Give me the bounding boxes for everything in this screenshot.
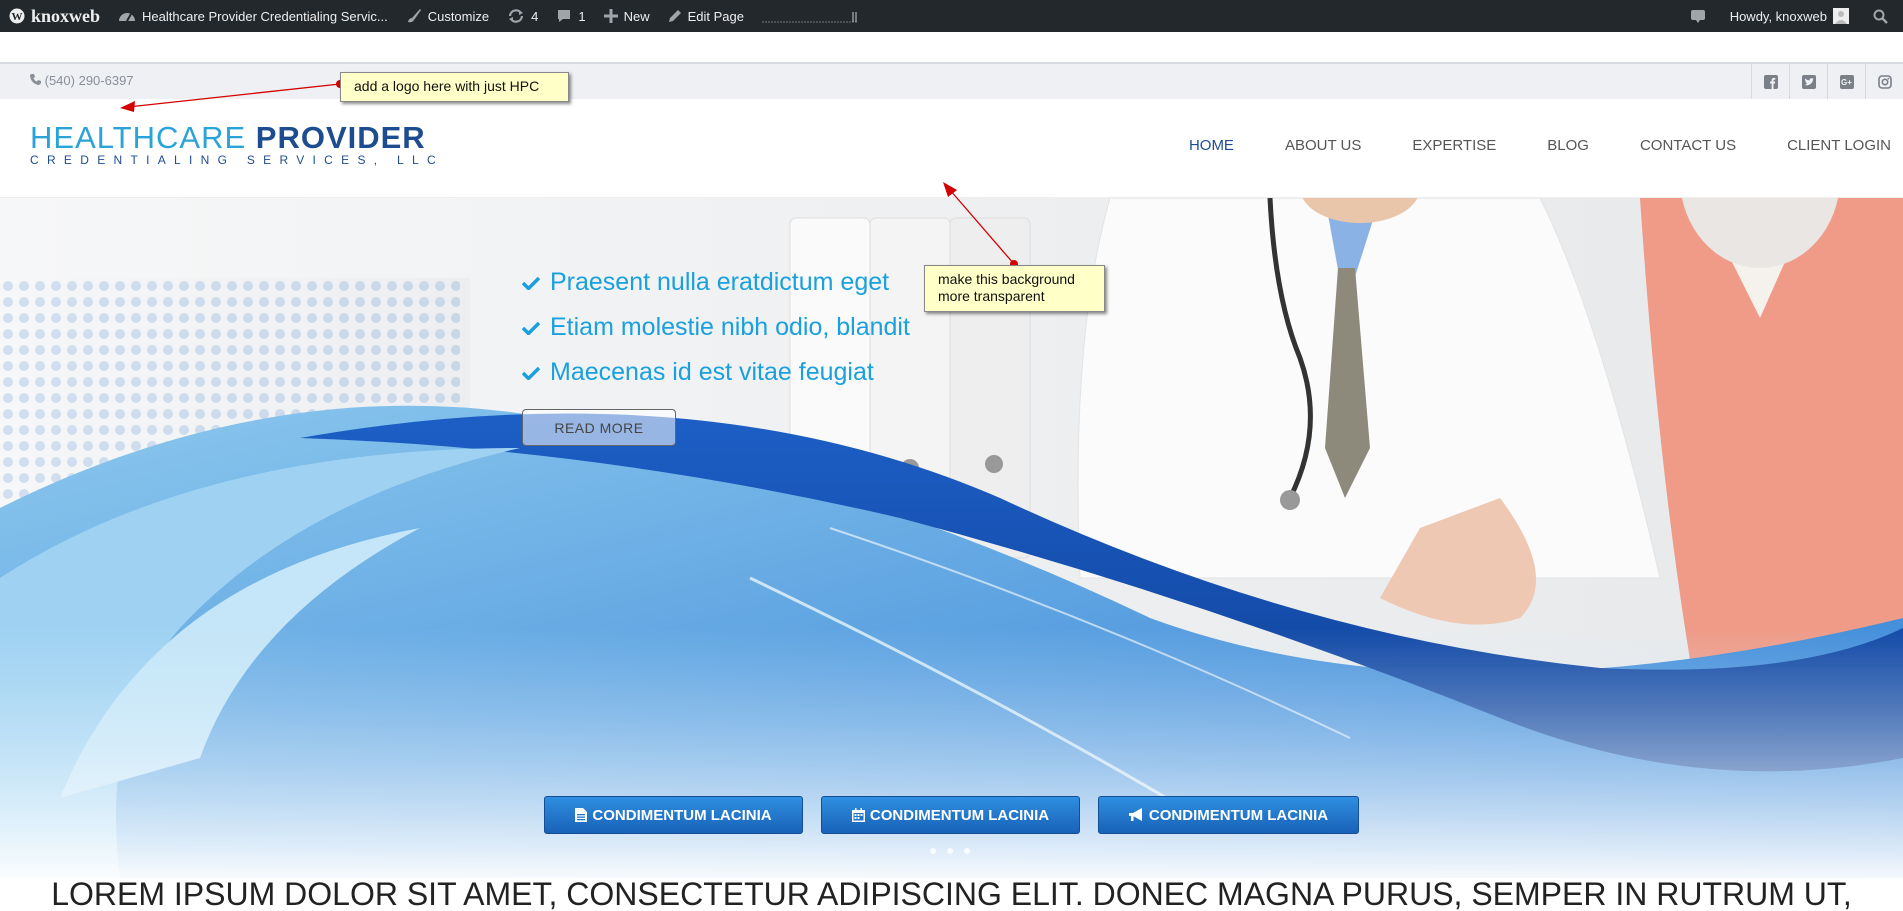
wp-brand-link[interactable]: W knoxweb [0, 0, 109, 32]
slider-dot[interactable] [964, 848, 970, 854]
nav-about-us[interactable]: ABOUT US [1285, 137, 1361, 154]
cta-button-calendar[interactable]: CONDIMENTUM LACINIA [821, 796, 1080, 834]
logo-title: HEALTHCARE PROVIDER [30, 120, 444, 155]
phone-icon [30, 74, 41, 85]
comment-icon [558, 10, 571, 22]
spacer [0, 32, 1903, 62]
brush-icon [407, 9, 421, 23]
wp-admin-bar: W knoxweb Healthcare Provider Credential… [0, 0, 1903, 32]
comments-link[interactable]: 1 [547, 0, 594, 32]
search-engine-stats[interactable] [753, 0, 875, 32]
site-name-link[interactable]: Healthcare Provider Credentialing Servic… [109, 0, 397, 32]
avatar [1833, 8, 1849, 24]
wordpress-icon: W [9, 8, 25, 24]
site-header: HEALTHCARE PROVIDER CREDENTIALING SERVIC… [0, 99, 1903, 198]
new-label: New [623, 8, 650, 24]
account-menu[interactable]: Howdy, knoxweb [1721, 0, 1864, 32]
google-plus-icon: G+ [1839, 74, 1854, 89]
edit-page-link[interactable]: Edit Page [659, 0, 753, 32]
google-plus-link[interactable]: G+ [1827, 64, 1865, 99]
background-note-line: more transparent [938, 288, 1045, 304]
calendar-icon [851, 808, 865, 822]
dashboard-icon [119, 13, 136, 22]
background-note-line: make this background [938, 271, 1075, 287]
customize-link[interactable]: Customize [397, 0, 498, 32]
hero-bullet: Praesent nulla eratdictum eget [522, 260, 910, 305]
phone-number[interactable]: (540) 290-6397 [30, 73, 134, 88]
check-icon [522, 366, 540, 380]
instagram-icon [1877, 74, 1892, 89]
cta-label: CONDIMENTUM LACINIA [869, 806, 1050, 824]
check-icon [522, 321, 540, 335]
logo-note-text: add a logo here with just HPC [354, 78, 540, 94]
site-logo[interactable]: HEALTHCARE PROVIDER CREDENTIALING SERVIC… [30, 120, 444, 167]
background-sticky-note[interactable]: make this background more transparent [924, 265, 1105, 312]
svg-text:W: W [12, 11, 23, 23]
twitter-link[interactable] [1789, 64, 1827, 99]
read-more-button[interactable]: READ MORE [522, 409, 676, 446]
logo-word-healthcare: HEALTHCARE [30, 120, 247, 155]
phone-text: (540) 290-6397 [44, 73, 134, 88]
slider-dot[interactable] [930, 848, 936, 854]
svg-text:G+: G+ [1841, 78, 1852, 87]
megaphone-icon [1128, 808, 1142, 821]
hero-bullet: Maecenas id est vitae feugiat [522, 350, 910, 395]
twitter-icon [1801, 74, 1816, 89]
nav-expertise[interactable]: EXPERTISE [1412, 137, 1496, 154]
intro-heading: LOREM IPSUM DOLOR SIT AMET, CONSECTETUR … [51, 876, 1852, 911]
logo-tagline: CREDENTIALING SERVICES, LLC [30, 153, 444, 167]
social-links: G+ [1751, 64, 1903, 99]
hero-bullet: Etiam molestie nibh odio, blandit [522, 305, 910, 350]
site-name: Healthcare Provider Credentialing Servic… [142, 8, 388, 24]
comments-count: 1 [578, 8, 586, 24]
cta-button-megaphone[interactable]: CONDIMENTUM LACINIA [1098, 796, 1359, 834]
cta-label: CONDIMENTUM LACINIA [1148, 806, 1329, 824]
plus-icon [603, 9, 618, 23]
admin-search[interactable] [1864, 0, 1903, 32]
hero-bullet-list: Praesent nulla eratdictum eget Etiam mol… [522, 260, 910, 395]
logo-word-provider: PROVIDER [255, 120, 426, 155]
facebook-icon [1763, 74, 1778, 89]
search-icon [1873, 9, 1888, 24]
edit-page-label: Edit Page [687, 8, 744, 24]
nav-blog[interactable]: BLOG [1547, 137, 1589, 154]
cta-button-document[interactable]: CONDIMENTUM LACINIA [544, 796, 803, 834]
logo-sticky-note[interactable]: add a logo here with just HPC [340, 72, 569, 102]
notifications-link[interactable] [1681, 0, 1721, 32]
updates-icon [509, 9, 524, 23]
hero-bullet-text: Praesent nulla eratdictum eget [550, 268, 890, 296]
cta-label: CONDIMENTUM LACINIA [592, 806, 772, 824]
hero-bullet-text: Etiam molestie nibh odio, blandit [550, 313, 910, 341]
nav-home[interactable]: HOME [1189, 137, 1234, 154]
customize-label: Customize [427, 8, 490, 24]
howdy-label: Howdy, knoxweb [1729, 8, 1827, 24]
instagram-link[interactable] [1865, 64, 1903, 99]
cta-button-row: CONDIMENTUM LACINIA CONDIMENTUM LACINIA … [544, 796, 1377, 834]
check-icon [522, 276, 540, 290]
nav-contact-us[interactable]: CONTACT US [1640, 137, 1736, 154]
brand-name: knoxweb [31, 5, 101, 26]
main-nav: HOME ABOUT US EXPERTISE BLOG CONTACT US … [1138, 137, 1891, 154]
top-info-bar: (540) 290-6397 G+ [0, 62, 1903, 99]
facebook-link[interactable] [1751, 64, 1789, 99]
notification-icon [1690, 10, 1705, 23]
new-content-link[interactable]: New [595, 0, 659, 32]
pencil-icon [668, 10, 681, 22]
slider-pagination [930, 848, 981, 854]
stats-sparkline [761, 12, 858, 23]
slider-dot[interactable] [947, 848, 953, 854]
document-icon [575, 808, 588, 822]
nav-client-login[interactable]: CLIENT LOGIN [1787, 137, 1891, 154]
hero-bullet-text: Maecenas id est vitae feugiat [550, 358, 874, 386]
updates-link[interactable]: 4 [498, 0, 547, 32]
updates-count: 4 [531, 8, 539, 24]
